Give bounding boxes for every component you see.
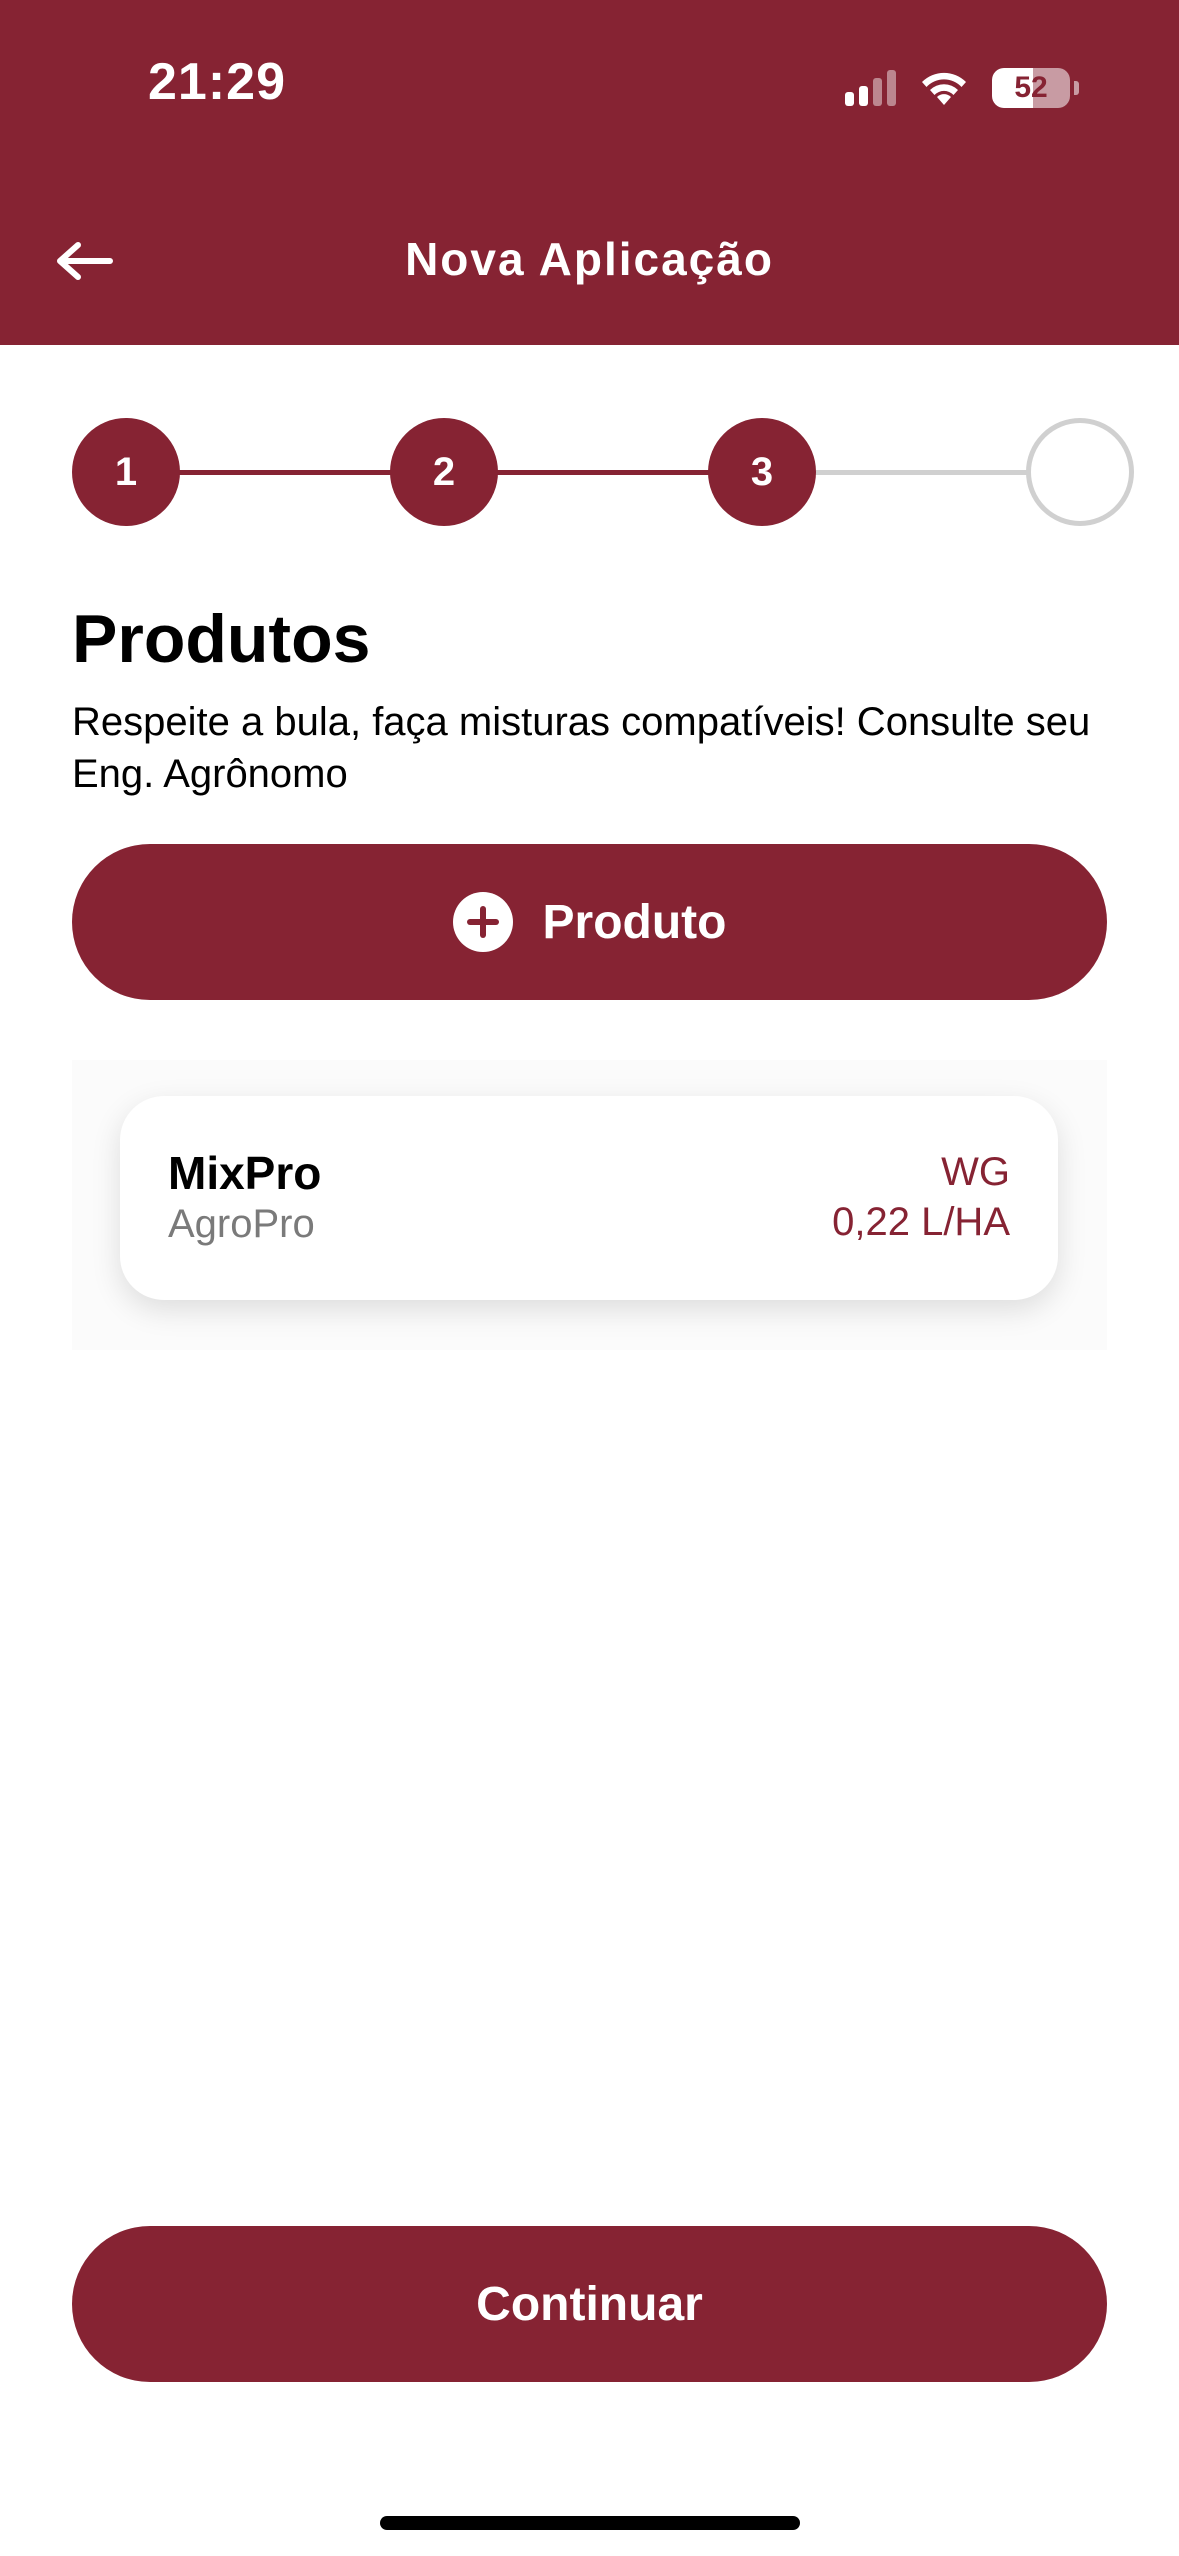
add-product-label: Produto xyxy=(542,895,727,949)
add-product-button[interactable]: Produto xyxy=(72,844,1107,1000)
step-4 xyxy=(1026,418,1134,526)
screen: 21:29 52 Nova Aplicação 1 2 3 Produtos R… xyxy=(0,0,1179,2556)
plus-circle-icon xyxy=(452,892,513,952)
step-2: 2 xyxy=(390,418,498,526)
product-brand: AgroPro xyxy=(168,1202,315,1246)
page-title: Nova Aplicação xyxy=(405,233,774,285)
product-list: MixPro AgroPro WG 0,22 L/HA xyxy=(72,1060,1107,1350)
step-1: 1 xyxy=(72,418,180,526)
battery-cap xyxy=(1074,81,1079,95)
app-header: 21:29 52 Nova Aplicação xyxy=(0,0,1179,345)
wifi-icon xyxy=(918,69,970,107)
progress-stepper: 1 2 3 xyxy=(72,418,1134,526)
step-connector-2 xyxy=(490,470,715,475)
product-dose: 0,22 L/HA xyxy=(832,1200,1010,1244)
status-time: 21:29 xyxy=(148,53,286,111)
step-connector-3 xyxy=(808,470,1033,475)
section-subtitle: Respeite a bula, faça misturas compatíve… xyxy=(72,700,1091,796)
continue-button[interactable]: Continuar xyxy=(72,2226,1107,2382)
section-title: Produtos xyxy=(72,601,371,677)
product-card[interactable]: MixPro AgroPro WG 0,22 L/HA xyxy=(120,1096,1058,1300)
product-formulation: WG xyxy=(941,1150,1010,1194)
home-indicator[interactable] xyxy=(380,2516,800,2530)
status-icons: 52 xyxy=(845,66,1079,110)
step-connector-1 xyxy=(172,470,397,475)
battery-percent: 52 xyxy=(1014,71,1048,104)
product-name: MixPro xyxy=(168,1147,322,1199)
step-3: 3 xyxy=(708,418,816,526)
cellular-signal-icon xyxy=(845,70,896,106)
battery-icon: 52 xyxy=(992,68,1070,108)
